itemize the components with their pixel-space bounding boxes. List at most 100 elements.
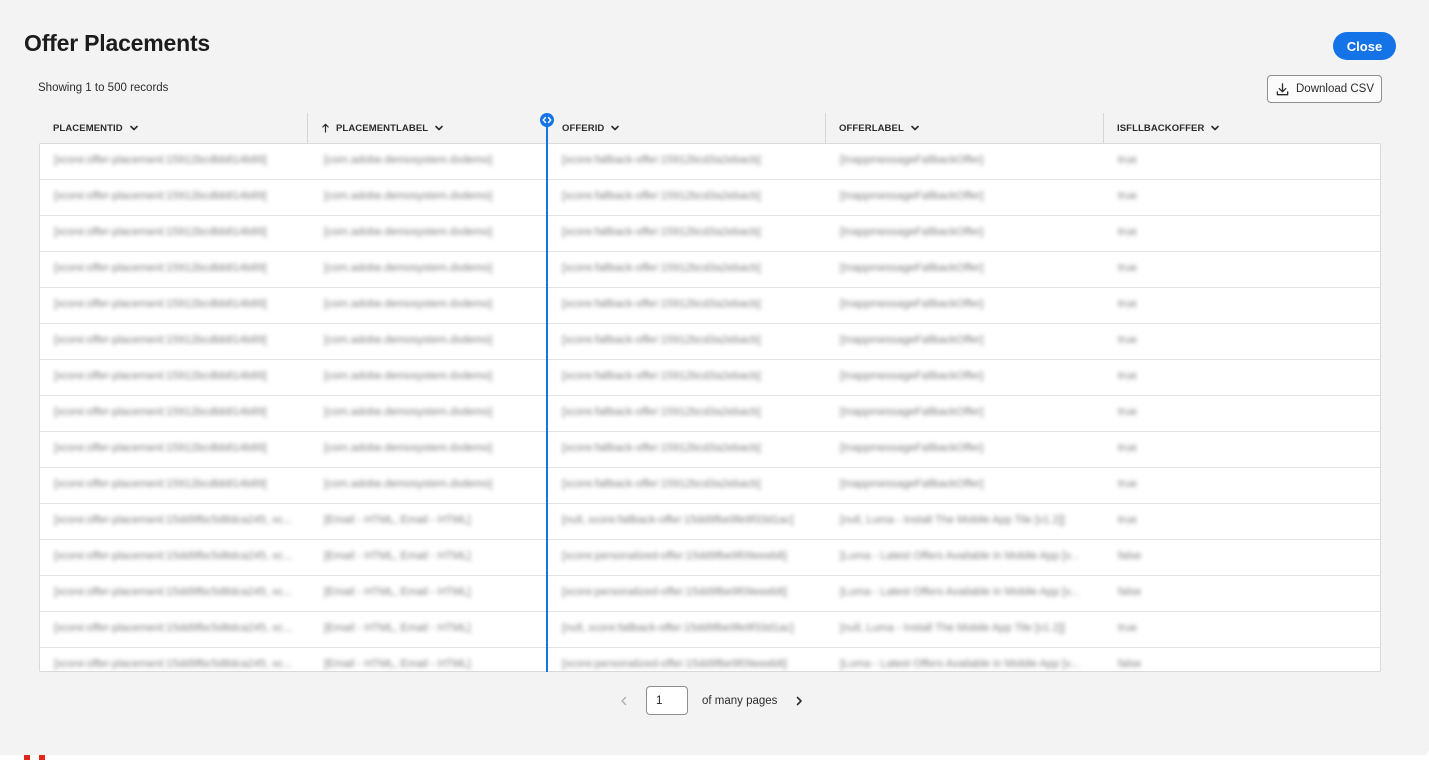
cell-placementlabel: [Email - HTML, Email - HTML] bbox=[324, 514, 471, 526]
table-row[interactable]: [xcore:offer-placement:15dd9fbc5d8dca245… bbox=[40, 540, 1380, 576]
pagination: of many pages bbox=[614, 686, 809, 715]
table-row[interactable]: [xcore:offer-placement:15912bcdbb814b89]… bbox=[40, 468, 1380, 504]
cell-offerlabel: [InappmessageFallbackOffer] bbox=[840, 190, 984, 202]
cell-offerlabel: [InappmessageFallbackOffer] bbox=[840, 226, 984, 238]
cell-isfallback: true bbox=[1118, 478, 1137, 490]
table-row[interactable]: [xcore:offer-placement:15912bcdbb814b89]… bbox=[40, 180, 1380, 216]
cell-placementid: [xcore:offer-placement:15912bcdbb814b89] bbox=[54, 334, 267, 346]
cell-placementid: [xcore:offer-placement:15dd9fbc5d8dca245… bbox=[54, 622, 293, 634]
column-header-placementlabel[interactable]: PLACEMENTLABEL bbox=[321, 113, 444, 143]
cell-isfallback: true bbox=[1118, 622, 1137, 634]
page-number-input[interactable] bbox=[646, 686, 688, 715]
dialog-title: Offer Placements bbox=[24, 30, 210, 56]
brand-logo-icon bbox=[24, 755, 45, 760]
download-csv-label: Download CSV bbox=[1296, 83, 1374, 95]
cell-isfallback: true bbox=[1118, 334, 1137, 346]
cell-offerid: [xcore:fallback-offer:15912bcd3a2ebacb] bbox=[562, 298, 761, 310]
data-table[interactable]: [xcore:offer-placement:15912bcdbb814b89]… bbox=[39, 143, 1381, 672]
cell-offerid: [xcore:personalized-offer:15dd9fbe9f09ee… bbox=[562, 550, 787, 562]
table-row[interactable]: [xcore:offer-placement:15912bcdbb814b89]… bbox=[40, 144, 1380, 180]
chevron-down-icon[interactable] bbox=[1210, 123, 1220, 133]
cell-offerlabel: [InappmessageFallbackOffer] bbox=[840, 154, 984, 166]
cell-offerlabel: [InappmessageFallbackOffer] bbox=[840, 334, 984, 346]
cell-offerlabel: [null, Luma - Install The Mobile App Til… bbox=[840, 514, 1065, 526]
column-divider[interactable] bbox=[1103, 113, 1104, 143]
table-row[interactable]: [xcore:offer-placement:15912bcdbb814b89]… bbox=[40, 432, 1380, 468]
chevron-down-icon[interactable] bbox=[910, 123, 920, 133]
table-row[interactable]: [xcore:offer-placement:15912bcdbb814b89]… bbox=[40, 216, 1380, 252]
cell-offerid: [xcore:personalized-offer:15dd9fbe9f09ee… bbox=[562, 658, 787, 670]
table-row[interactable]: [xcore:offer-placement:15dd9fbc5d8dca245… bbox=[40, 612, 1380, 648]
cell-placementlabel: [com.adobe.demosystem.dxdemo] bbox=[324, 334, 493, 346]
column-divider[interactable] bbox=[825, 113, 826, 143]
cell-placementid: [xcore:offer-placement:15dd9fbc5d8dca245… bbox=[54, 586, 293, 598]
cell-placementid: [xcore:offer-placement:15912bcdbb814b89] bbox=[54, 226, 267, 238]
table-row[interactable]: [xcore:offer-placement:15dd9fbc5d8dca245… bbox=[40, 576, 1380, 612]
column-header-offerid[interactable]: OFFERID bbox=[562, 113, 620, 143]
table-row[interactable]: [xcore:offer-placement:15912bcdbb814b89]… bbox=[40, 324, 1380, 360]
cell-isfallback: false bbox=[1118, 550, 1142, 562]
column-header-isfllbackoffer[interactable]: ISFLLBACKOFFER bbox=[1117, 113, 1220, 143]
cell-placementid: [xcore:offer-placement:15912bcdbb814b89] bbox=[54, 190, 267, 202]
cell-offerlabel: [InappmessageFallbackOffer] bbox=[840, 370, 984, 382]
cell-isfallback: true bbox=[1118, 370, 1137, 382]
table-row[interactable]: [xcore:offer-placement:15912bcdbb814b89]… bbox=[40, 396, 1380, 432]
cell-placementid: [xcore:offer-placement:15dd9fbc5d8dca245… bbox=[54, 514, 293, 526]
table-row[interactable]: [xcore:offer-placement:15912bcdbb814b89]… bbox=[40, 252, 1380, 288]
table-row[interactable]: [xcore:offer-placement:15dd9fbc5d8dca245… bbox=[40, 504, 1380, 540]
cell-offerlabel: [null, Luma - Install The Mobile App Til… bbox=[840, 622, 1065, 634]
cell-offerlabel: [InappmessageFallbackOffer] bbox=[840, 262, 984, 274]
cell-isfallback: false bbox=[1118, 586, 1142, 598]
table-row[interactable]: [xcore:offer-placement:15912bcdbb814b89]… bbox=[40, 288, 1380, 324]
table-row[interactable]: [xcore:offer-placement:15912bcdbb814b89]… bbox=[40, 360, 1380, 396]
cell-offerid: [null, xcore:fallback-offer:15dd9fbe9fe9… bbox=[562, 514, 794, 526]
cell-offerid: [xcore:fallback-offer:15912bcd3a2ebacb] bbox=[562, 190, 761, 202]
column-resize-handle-icon[interactable] bbox=[540, 113, 554, 127]
cell-placementlabel: [Email - HTML, Email - HTML] bbox=[324, 622, 471, 634]
prev-page-button[interactable] bbox=[614, 691, 634, 711]
cell-isfallback: true bbox=[1118, 262, 1137, 274]
column-header-label: PLACEMENTLABEL bbox=[336, 122, 429, 134]
column-header-offerlabel[interactable]: OFFERLABEL bbox=[839, 113, 920, 143]
cell-offerlabel: [Luma - Latest Offers Available in Mobil… bbox=[840, 658, 1080, 670]
table-header: PLACEMENTID PLACEMENTLABEL OFFERID OFFER… bbox=[39, 113, 1381, 143]
cell-offerid: [xcore:fallback-offer:15912bcd3a2ebacb] bbox=[562, 406, 761, 418]
cell-offerid: [xcore:fallback-offer:15912bcd3a2ebacb] bbox=[562, 442, 761, 454]
cell-placementlabel: [com.adobe.demosystem.dxdemo] bbox=[324, 226, 493, 238]
chevron-down-icon[interactable] bbox=[434, 123, 444, 133]
cell-isfallback: true bbox=[1118, 514, 1137, 526]
cell-isfallback: true bbox=[1118, 442, 1137, 454]
page-count-text: of many pages bbox=[702, 694, 778, 707]
cell-placementlabel: [Email - HTML, Email - HTML] bbox=[324, 586, 471, 598]
chevron-left-icon bbox=[621, 696, 627, 705]
next-page-button[interactable] bbox=[789, 691, 809, 711]
cell-isfallback: false bbox=[1118, 658, 1142, 670]
cell-offerlabel: [Luma - Latest Offers Available in Mobil… bbox=[840, 550, 1080, 562]
column-header-label: OFFERLABEL bbox=[839, 122, 904, 134]
download-csv-button[interactable]: Download CSV bbox=[1267, 75, 1382, 103]
cell-placementlabel: [com.adobe.demosystem.dxdemo] bbox=[324, 370, 493, 382]
chevron-down-icon[interactable] bbox=[129, 123, 139, 133]
cell-offerid: [xcore:fallback-offer:15912bcd3a2ebacb] bbox=[562, 370, 761, 382]
chevron-right-icon bbox=[797, 696, 803, 705]
close-button[interactable]: Close bbox=[1333, 32, 1396, 60]
sort-ascending-icon bbox=[322, 123, 329, 133]
cell-placementlabel: [Email - HTML, Email - HTML] bbox=[324, 550, 471, 562]
cell-placementlabel: [com.adobe.demosystem.dxdemo] bbox=[324, 190, 493, 202]
cell-offerlabel: [InappmessageFallbackOffer] bbox=[840, 478, 984, 490]
cell-placementid: [xcore:offer-placement:15912bcdbb814b89] bbox=[54, 370, 267, 382]
column-header-placementid[interactable]: PLACEMENTID bbox=[53, 113, 139, 143]
column-divider[interactable] bbox=[307, 113, 308, 143]
cell-offerid: [null, xcore:fallback-offer:15dd9fbe9fe9… bbox=[562, 622, 794, 634]
cell-isfallback: true bbox=[1118, 406, 1137, 418]
cell-placementid: [xcore:offer-placement:15912bcdbb814b89] bbox=[54, 262, 267, 274]
cell-placementlabel: [com.adobe.demosystem.dxdemo] bbox=[324, 262, 493, 274]
cell-placementlabel: [com.adobe.demosystem.dxdemo] bbox=[324, 298, 493, 310]
cell-offerlabel: [InappmessageFallbackOffer] bbox=[840, 298, 984, 310]
table-row[interactable]: [xcore:offer-placement:15dd9fbc5d8dca245… bbox=[40, 648, 1380, 671]
chevron-down-icon[interactable] bbox=[610, 123, 620, 133]
column-resize-line[interactable] bbox=[546, 120, 548, 672]
cell-placementlabel: [com.adobe.demosystem.dxdemo] bbox=[324, 442, 493, 454]
cell-placementid: [xcore:offer-placement:15912bcdbb814b89] bbox=[54, 154, 267, 166]
cell-isfallback: true bbox=[1118, 190, 1137, 202]
